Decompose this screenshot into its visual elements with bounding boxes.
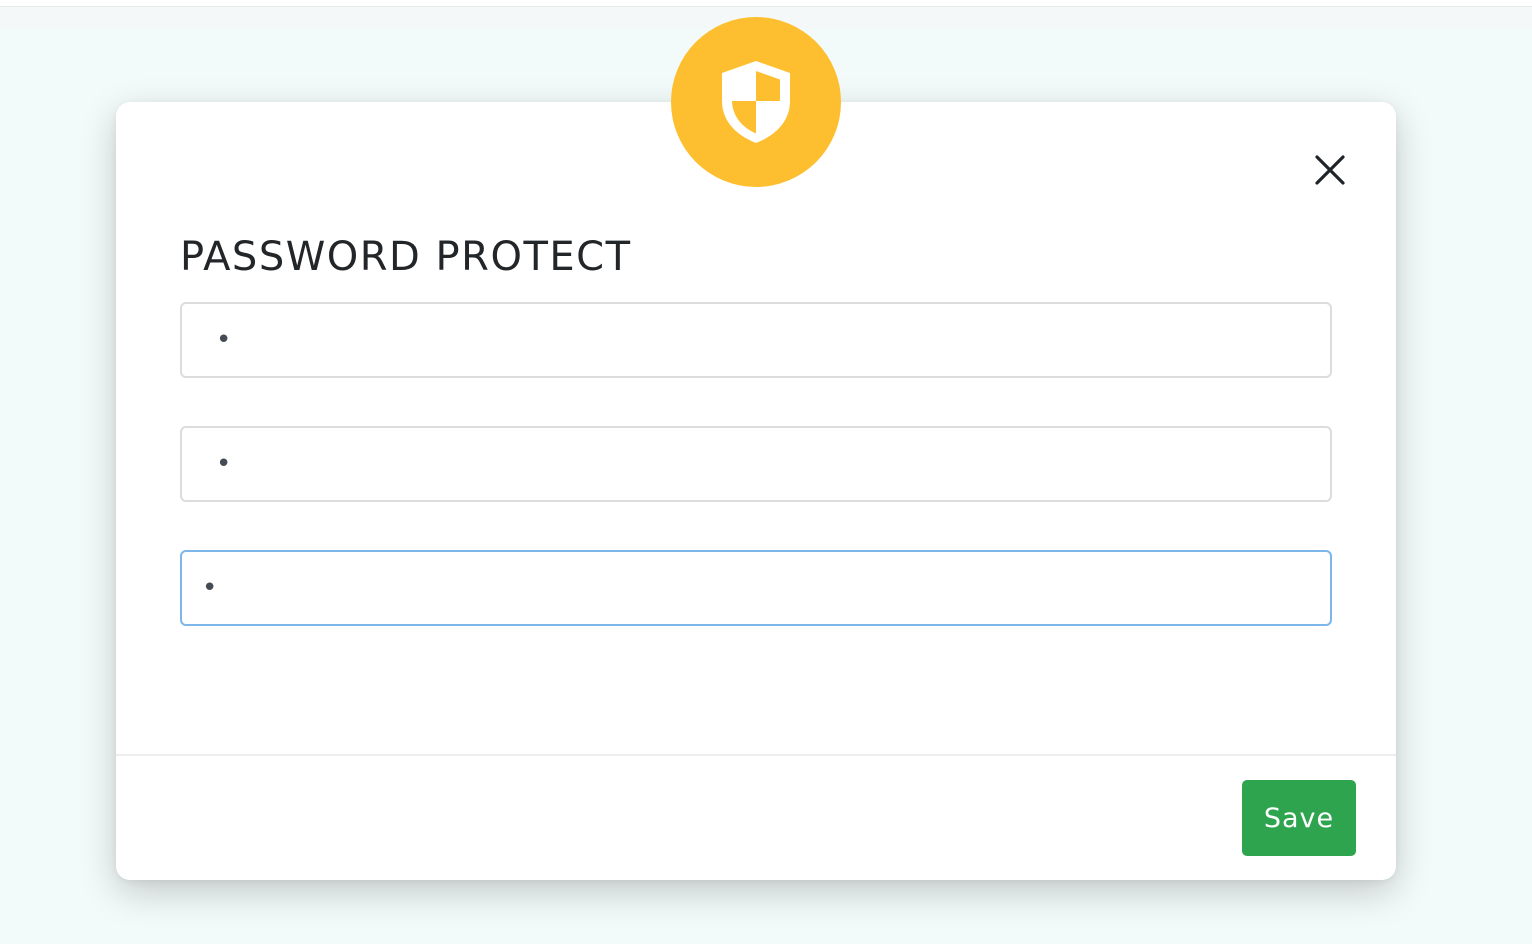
save-button[interactable]: Save — [1242, 780, 1356, 856]
close-button[interactable] — [1314, 154, 1346, 186]
security-badge — [671, 17, 841, 187]
footer-divider — [116, 754, 1396, 756]
password-field-1[interactable] — [180, 302, 1332, 378]
password-protect-dialog: PASSWORD PROTECT Save — [116, 102, 1396, 880]
password-field-3[interactable] — [180, 550, 1332, 626]
password-field-2[interactable] — [180, 426, 1332, 502]
close-icon — [1315, 155, 1345, 185]
shield-icon — [722, 61, 790, 143]
dialog-title: PASSWORD PROTECT — [180, 234, 632, 280]
